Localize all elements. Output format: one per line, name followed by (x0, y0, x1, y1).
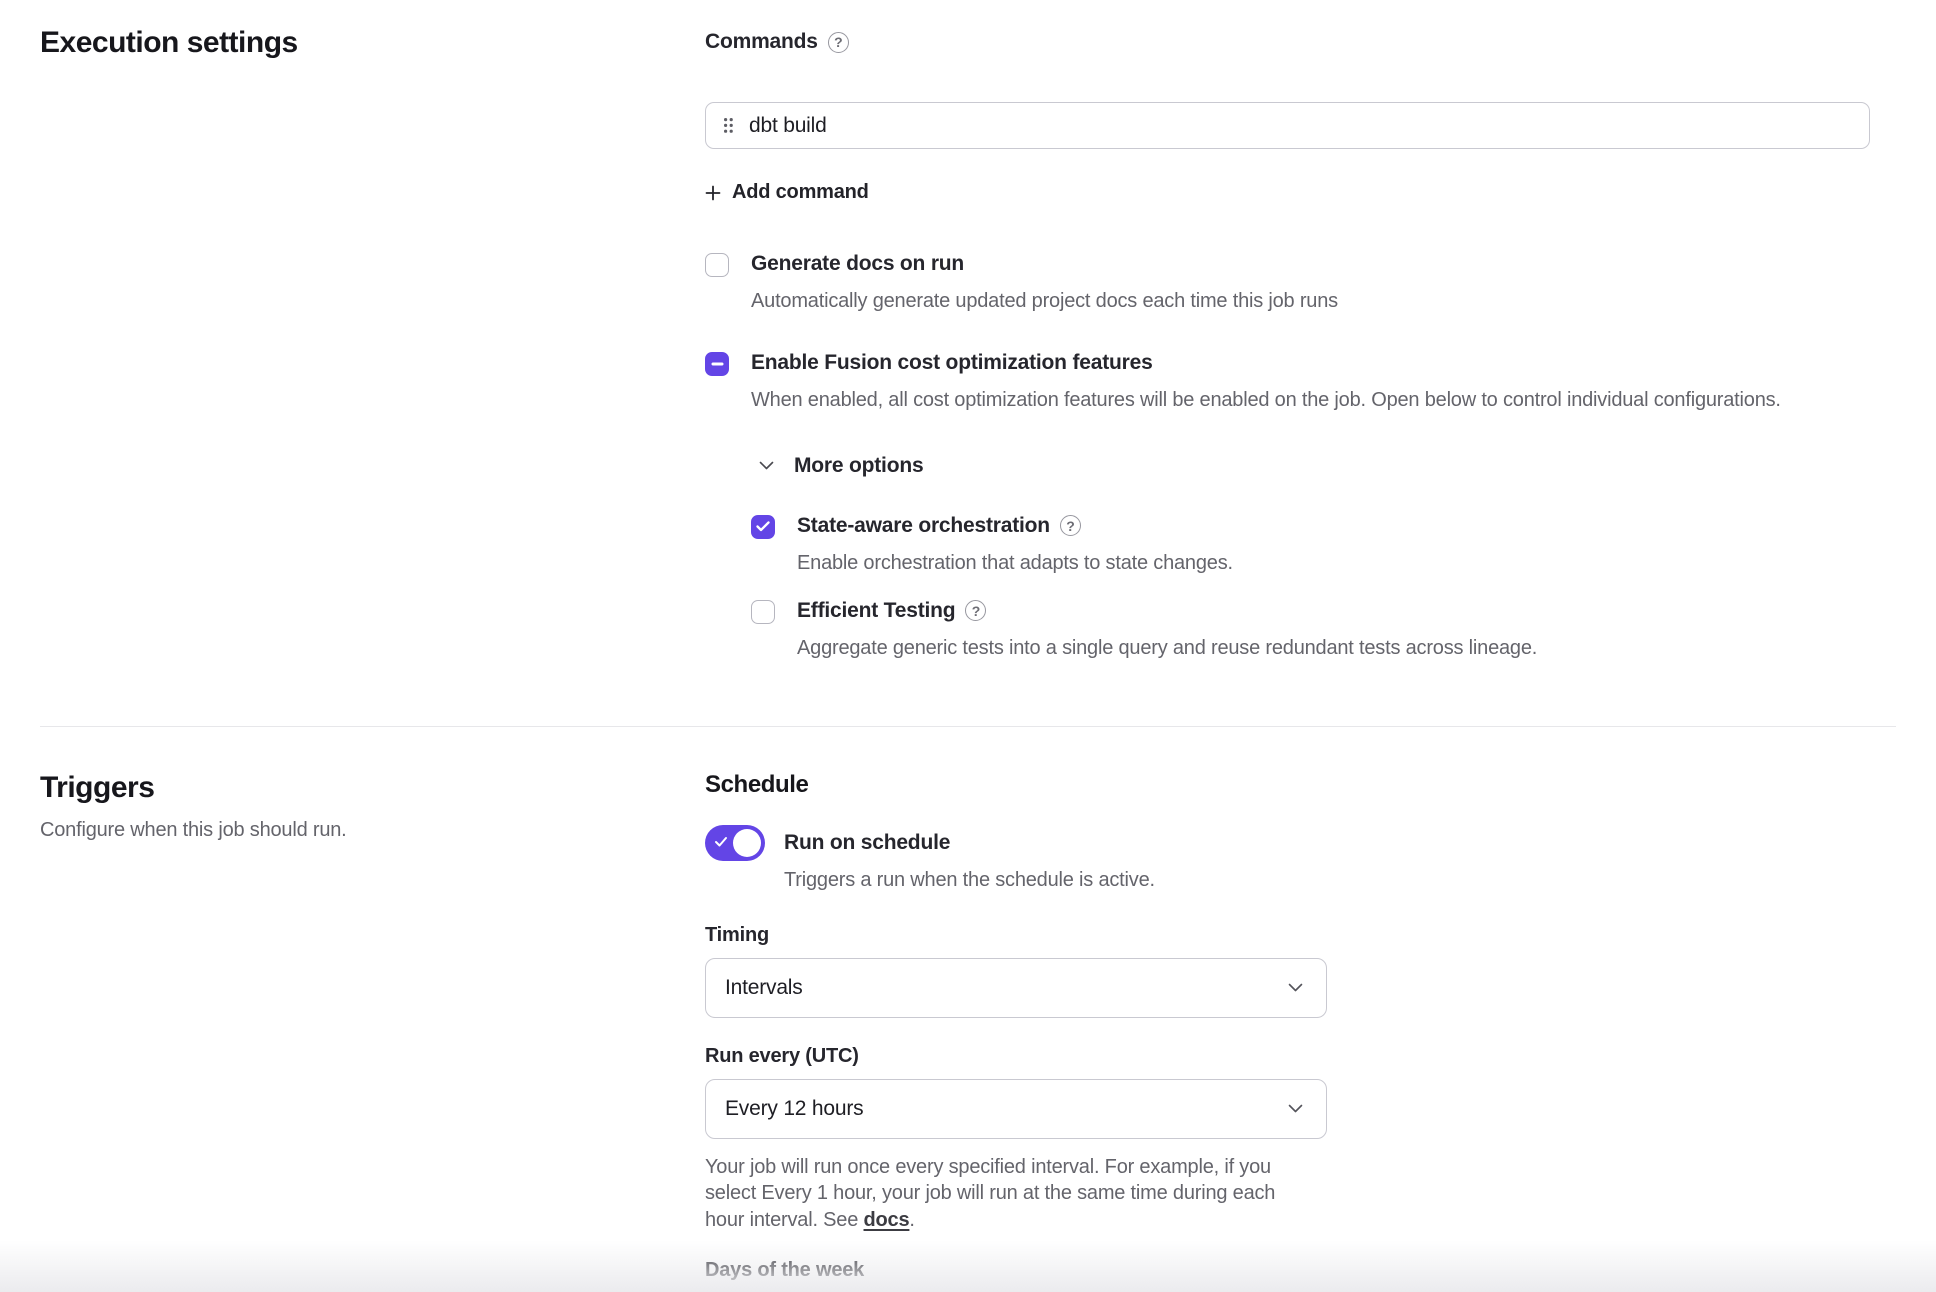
interval-help-text: Your job will run once every specified i… (705, 1154, 1896, 1234)
run-on-schedule-row: Run on schedule Triggers a run when the … (705, 825, 1896, 892)
generate-docs-checkbox[interactable] (705, 253, 729, 277)
commands-help-icon[interactable]: ? (828, 32, 849, 53)
add-command-label: Add command (732, 181, 869, 204)
run-every-select-value: Every 12 hours (725, 1097, 863, 1121)
execution-right-column: Commands ? dbt build Add command Genera (705, 26, 1896, 660)
interval-help-line1: Your job will run once every specified i… (705, 1154, 1896, 1181)
timing-label: Timing (705, 924, 1896, 947)
days-of-week-label: Days of the week (705, 1259, 1896, 1282)
add-command-button[interactable]: Add command (705, 181, 869, 204)
triggers-title: Triggers (40, 771, 705, 805)
commands-label-row: Commands ? (705, 30, 1896, 54)
schedule-heading: Schedule (705, 771, 1896, 799)
fusion-description: When enabled, all cost optimization feat… (751, 389, 1896, 412)
efficient-testing-help-icon[interactable]: ? (965, 600, 986, 621)
generate-docs-option: Generate docs on run Automatically gener… (705, 252, 1896, 313)
fusion-checkbox[interactable] (705, 352, 729, 376)
execution-left-column: Execution settings (40, 26, 705, 660)
toggle-check-icon (714, 836, 728, 848)
state-aware-label[interactable]: State-aware orchestration (797, 514, 1050, 538)
interval-help-line3: hour interval. See docs. (705, 1207, 1896, 1234)
run-every-label: Run every (UTC) (705, 1045, 1896, 1068)
toggle-knob (733, 829, 761, 857)
command-value: dbt build (749, 114, 827, 138)
chevron-down-icon (1288, 1104, 1303, 1113)
run-on-schedule-label[interactable]: Run on schedule (784, 831, 1896, 855)
generate-docs-label[interactable]: Generate docs on run (751, 252, 964, 276)
state-aware-checkbox[interactable] (751, 515, 775, 539)
more-options-label: More options (794, 454, 923, 478)
efficient-testing-option: Efficient Testing ? Aggregate generic te… (751, 599, 1896, 660)
interval-help-line2: select Every 1 hour, your job will run a… (705, 1180, 1896, 1207)
efficient-testing-checkbox[interactable] (751, 600, 775, 624)
more-options-expander[interactable]: More options (759, 454, 1896, 478)
command-input[interactable]: dbt build (705, 102, 1870, 149)
execution-settings-title: Execution settings (40, 26, 705, 60)
fusion-label[interactable]: Enable Fusion cost optimization features (751, 351, 1153, 375)
state-aware-help-icon[interactable]: ? (1060, 515, 1081, 536)
timing-select[interactable]: Intervals (705, 958, 1327, 1018)
docs-link[interactable]: docs (864, 1209, 910, 1231)
generate-docs-description: Automatically generate updated project d… (751, 290, 1896, 313)
run-every-select[interactable]: Every 12 hours (705, 1079, 1327, 1139)
triggers-subtitle: Configure when this job should run. (40, 819, 705, 842)
efficient-testing-label[interactable]: Efficient Testing (797, 599, 955, 623)
interval-help-line3-text: hour interval. See (705, 1209, 864, 1231)
execution-settings-section: Execution settings Commands ? dbt build … (0, 0, 1936, 726)
triggers-right-column: Schedule Run on schedule Triggers a run … (705, 771, 1896, 1292)
fusion-sub-options: State-aware orchestration ? Enable orche… (751, 514, 1896, 660)
run-on-schedule-toggle[interactable] (705, 825, 765, 861)
efficient-testing-description: Aggregate generic tests into a single qu… (797, 637, 1896, 660)
commands-label: Commands (705, 30, 818, 54)
triggers-left-column: Triggers Configure when this job should … (40, 771, 705, 1292)
state-aware-description: Enable orchestration that adapts to stat… (797, 552, 1896, 575)
drag-handle-icon[interactable] (723, 117, 734, 134)
chevron-down-icon (1288, 983, 1303, 992)
triggers-section: Triggers Configure when this job should … (0, 727, 1936, 1292)
plus-icon (705, 185, 721, 201)
fusion-option: Enable Fusion cost optimization features… (705, 351, 1896, 412)
run-on-schedule-description: Triggers a run when the schedule is acti… (784, 869, 1896, 892)
timing-select-value: Intervals (725, 976, 803, 1000)
chevron-down-icon (759, 461, 774, 470)
state-aware-option: State-aware orchestration ? Enable orche… (751, 514, 1896, 575)
interval-help-line3-period: . (909, 1209, 914, 1231)
